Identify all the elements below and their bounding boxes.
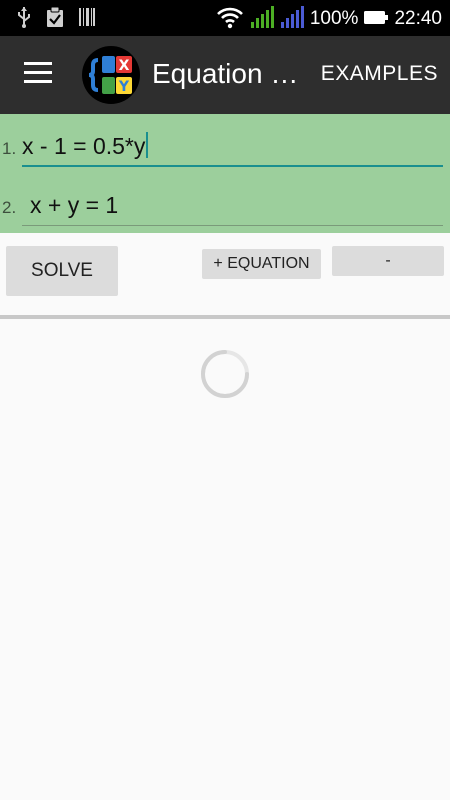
controls-area: SOLVE + EQUATION - <box>0 233 450 315</box>
signal-blue-icon <box>280 5 304 33</box>
app-logo-icon: X Y <box>82 46 140 104</box>
status-bar-left <box>16 6 96 32</box>
usb-icon <box>16 6 32 32</box>
signal-green-icon <box>250 5 274 33</box>
battery-icon <box>364 8 389 30</box>
status-bar-right: 100% 22:40 <box>216 5 442 33</box>
examples-button[interactable]: EXAMPLES <box>321 62 438 86</box>
equation-underline-focused <box>22 165 443 167</box>
clock: 22:40 <box>394 8 442 29</box>
divider <box>0 315 450 319</box>
solve-button[interactable]: SOLVE <box>6 246 118 296</box>
clipboard-check-icon <box>44 6 66 32</box>
app-bar: X Y Equation S... EXAMPLES <box>0 36 450 114</box>
equation-input-2[interactable]: x + y = 1 <box>30 192 443 219</box>
equation-number: 1. <box>2 139 17 158</box>
svg-text:X: X <box>119 58 130 74</box>
equation-input-1[interactable]: x - 1 = 0.5*y <box>22 132 443 160</box>
menu-icon[interactable] <box>24 62 54 86</box>
app-title: Equation S... <box>152 58 312 89</box>
equation-row-1: 1. x - 1 = 0.5*y <box>0 114 450 170</box>
add-equation-button[interactable]: + EQUATION <box>202 249 321 279</box>
svg-text:Y: Y <box>118 79 130 95</box>
text-cursor <box>146 132 149 158</box>
battery-percent: 100% <box>309 8 359 29</box>
equation-number: 2. <box>2 198 17 217</box>
equation-input-text: x - 1 = 0.5*y <box>22 133 146 159</box>
equation-row-2: 2. x + y = 1 <box>0 172 450 228</box>
wifi-icon <box>216 5 244 33</box>
loading-spinner-icon <box>198 347 252 401</box>
remove-equation-button[interactable]: - <box>332 246 444 276</box>
equation-underline <box>22 225 443 226</box>
status-bar: 100% 22:40 <box>0 0 450 36</box>
equations-panel: 1. x - 1 = 0.5*y 2. x + y = 1 <box>0 114 450 233</box>
barcode-icon <box>78 6 96 32</box>
equation-input-text: x + y = 1 <box>30 192 119 218</box>
